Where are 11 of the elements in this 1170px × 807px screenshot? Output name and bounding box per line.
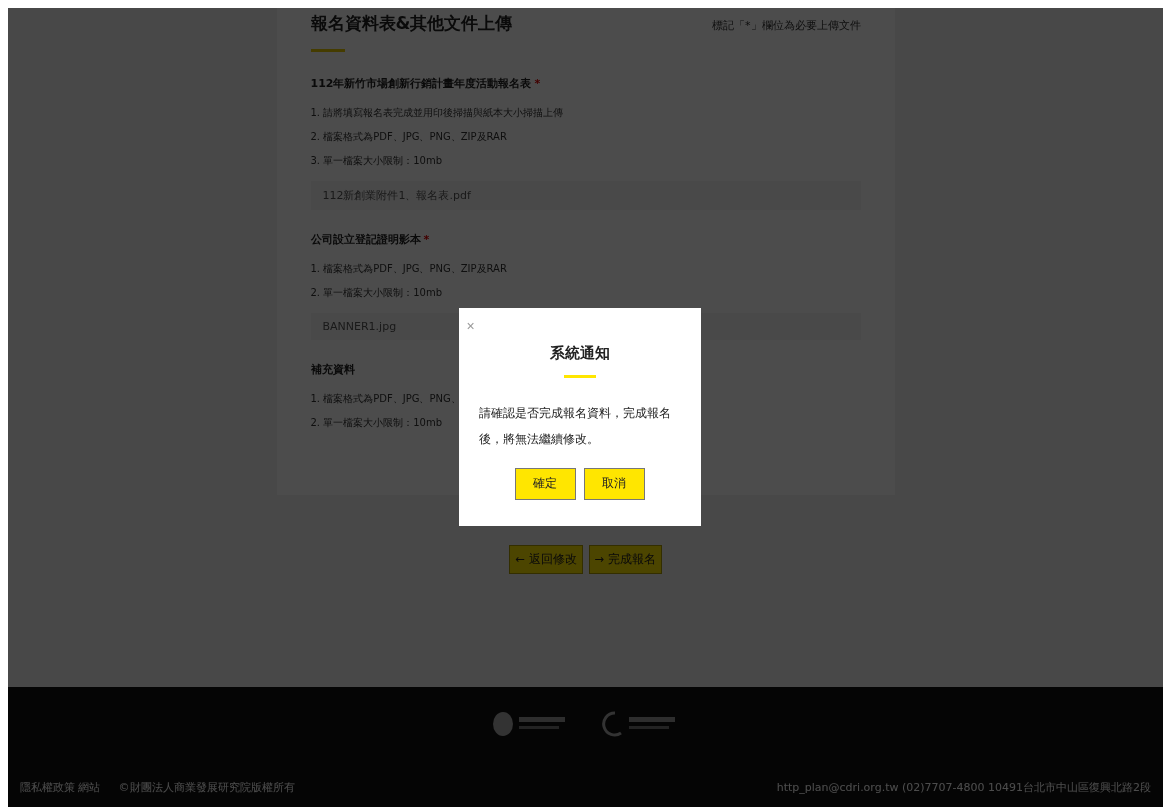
dialog-title: 系統通知 [549,343,610,363]
required-mark: * [534,77,541,90]
dialog-message: 請確認是否完成報名資料，完成報名後，將無法繼續修改。 [478,404,672,448]
cancel-button[interactable]: 取消 [583,467,645,500]
title-underline [563,374,596,378]
field-label: 112年新竹市場創新行銷計畫年度活動報名表 * [310,76,541,91]
field-label: 公司設立登記證明影本 * [310,232,430,247]
required-mark: * [423,233,430,246]
section-title: 報名資料表&其他文件上傳 [310,12,513,35]
field-label: 補充資料 [310,362,355,377]
confirm-button[interactable]: 確定 [514,467,576,500]
